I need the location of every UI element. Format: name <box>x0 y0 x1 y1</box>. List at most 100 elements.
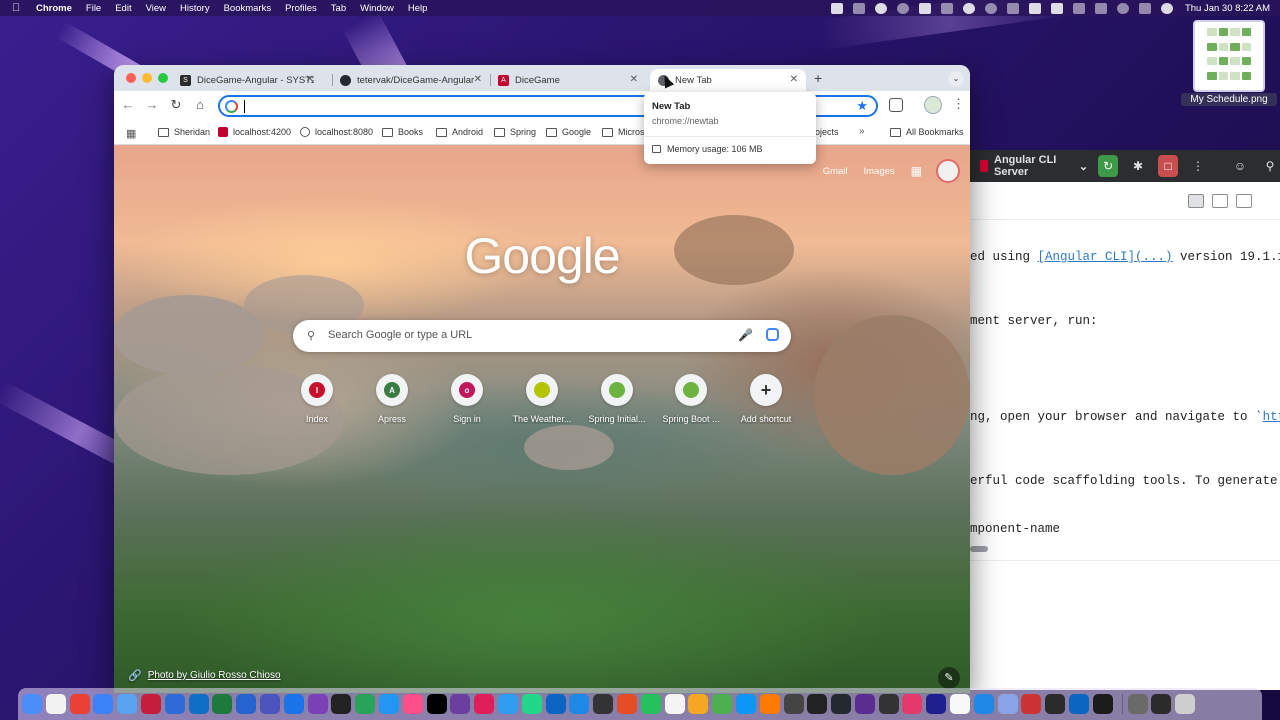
dock-app-icon[interactable] <box>259 694 280 714</box>
dock-app-icon[interactable] <box>1069 694 1090 714</box>
dock-app-icon[interactable] <box>1127 694 1148 714</box>
tab-dicegame[interactable]: A DiceGame ✕ <box>490 69 646 91</box>
menu-edit[interactable]: Edit <box>115 3 131 14</box>
bookmark-google[interactable]: Google <box>546 127 591 137</box>
dock-app-icon[interactable] <box>854 694 875 714</box>
dock-app-icon[interactable] <box>497 694 518 714</box>
editor-only-icon[interactable] <box>1188 193 1204 208</box>
more-options-icon[interactable]: ⋮ <box>1188 155 1208 177</box>
dock-app-icon[interactable] <box>140 694 161 714</box>
dock-app-icon[interactable] <box>712 694 733 714</box>
dock-app-icon[interactable] <box>973 694 994 714</box>
shortcut-the-weather[interactable]: The Weather... <box>505 374 579 424</box>
dock-app-icon[interactable] <box>450 694 471 714</box>
dock-app-icon[interactable] <box>1151 694 1172 714</box>
menu-window[interactable]: Window <box>360 3 394 14</box>
dock-app-icon[interactable] <box>402 694 423 714</box>
dock-app-icon[interactable] <box>93 694 114 714</box>
dock-app-icon[interactable] <box>783 694 804 714</box>
preview-only-icon[interactable] <box>1236 193 1252 208</box>
dock-app-icon[interactable] <box>212 694 233 714</box>
dock-app-icon[interactable] <box>831 694 852 714</box>
customize-pencil-icon[interactable]: ✎ <box>938 667 960 689</box>
wifi-icon[interactable] <box>1094 2 1107 14</box>
dock-app-icon[interactable] <box>545 694 566 714</box>
dock-app-icon[interactable] <box>688 694 709 714</box>
dock-app-icon[interactable] <box>878 694 899 714</box>
dock-app-icon[interactable] <box>355 694 376 714</box>
battery-icon[interactable] <box>1072 2 1085 14</box>
shortcut-spring-boot[interactable]: Spring Boot ... <box>654 374 728 424</box>
close-tab-icon[interactable]: ✕ <box>630 74 638 85</box>
shortcut-spring-initializr[interactable]: Spring Initial... <box>580 374 654 424</box>
back-arrow-icon[interactable]: ← <box>120 97 136 113</box>
screen-mirror-icon[interactable] <box>1028 2 1041 14</box>
minimize-window-button[interactable] <box>142 73 152 83</box>
tab-github-dicegame-angular[interactable]: tetervak/DiceGame-Angular ✕ <box>332 69 490 91</box>
dock-app-icon[interactable] <box>474 694 495 714</box>
desktop-file-my-schedule[interactable]: My Schedule.png <box>1181 20 1277 108</box>
rerun-button[interactable]: ↻ <box>1098 155 1119 177</box>
tab-dicegame-angular-syst[interactable]: S DiceGame-Angular - SYST24 ✕ <box>172 69 322 91</box>
gmail-link[interactable]: Gmail <box>823 166 848 177</box>
debug-icon[interactable]: ✱ <box>1128 155 1148 177</box>
dock-app-icon[interactable] <box>1092 694 1113 714</box>
bookmark-star-icon[interactable]: ★ <box>856 98 868 114</box>
run-config-selector[interactable]: Angular CLI Server ⌄ <box>980 154 1088 178</box>
input-source-icon[interactable] <box>1050 2 1063 14</box>
search-icon[interactable]: ⚲ <box>1260 155 1280 177</box>
dock-app-icon[interactable] <box>521 694 542 714</box>
google-lens-icon[interactable] <box>766 328 779 341</box>
menu-tab[interactable]: Tab <box>331 3 346 14</box>
dock-app-icon[interactable] <box>188 694 209 714</box>
more-bookmarks-chevron[interactable]: » <box>859 126 865 137</box>
dock-app-icon[interactable] <box>616 694 637 714</box>
menu-app-name[interactable]: Chrome <box>36 3 72 14</box>
dock-app-icon[interactable] <box>1045 694 1066 714</box>
dock-app-icon[interactable] <box>997 694 1018 714</box>
close-tab-icon[interactable]: ✕ <box>790 74 798 85</box>
bookmark-books[interactable]: Books <box>382 127 423 137</box>
dock-app-icon[interactable] <box>236 694 257 714</box>
dock-app-icon[interactable] <box>950 694 971 714</box>
menu-bookmarks[interactable]: Bookmarks <box>224 3 272 14</box>
new-tab-button[interactable]: + <box>814 70 822 86</box>
a-text-icon[interactable] <box>918 2 931 14</box>
bookmark-spring[interactable]: Spring <box>494 127 536 137</box>
split-view-icon[interactable] <box>1212 193 1228 208</box>
control-center-icon[interactable] <box>1138 2 1151 14</box>
bookmark-android[interactable]: Android <box>436 127 483 137</box>
siri-icon[interactable] <box>1160 2 1173 14</box>
dock-app-icon[interactable] <box>926 694 947 714</box>
apple-menu-icon[interactable]:  <box>12 2 24 14</box>
close-window-button[interactable] <box>126 73 136 83</box>
shortcut-apress[interactable]: A Apress <box>355 374 429 424</box>
fullscreen-window-button[interactable] <box>158 73 168 83</box>
google-apps-icon[interactable]: ▦ <box>911 164 922 178</box>
chat-icon[interactable] <box>962 2 975 14</box>
images-link[interactable]: Images <box>864 166 895 177</box>
dock-app-icon[interactable] <box>759 694 780 714</box>
dock-app-icon[interactable] <box>378 694 399 714</box>
dock-app-icon[interactable] <box>593 694 614 714</box>
stop-button[interactable]: □ <box>1158 155 1179 177</box>
dock-app-icon[interactable] <box>807 694 828 714</box>
cube-icon[interactable] <box>830 2 843 14</box>
bookmark-localhost-8080[interactable]: localhost:8080 <box>300 127 373 137</box>
menu-file[interactable]: File <box>86 3 101 14</box>
play-icon[interactable] <box>896 2 909 14</box>
apps-grid-icon[interactable]: ▦ <box>126 127 136 140</box>
menu-profiles[interactable]: Profiles <box>285 3 317 14</box>
grid-icon[interactable] <box>852 2 865 14</box>
all-bookmarks[interactable]: All Bookmarks <box>890 127 964 137</box>
microphone-icon[interactable]: 🎤 <box>738 328 753 342</box>
mute-icon[interactable] <box>1006 2 1019 14</box>
bookmark-projects[interactable]: ojects <box>815 127 839 137</box>
close-tab-icon[interactable]: ✕ <box>474 74 482 85</box>
cloud-icon[interactable] <box>940 2 953 14</box>
tab-new-tab[interactable]: New Tab ✕ <box>650 69 806 91</box>
dock-app-icon[interactable] <box>307 694 328 714</box>
forward-arrow-icon[interactable]: → <box>144 97 160 113</box>
dock-app-icon[interactable] <box>640 694 661 714</box>
chrome-menu-icon[interactable]: ⋮ <box>952 96 965 112</box>
